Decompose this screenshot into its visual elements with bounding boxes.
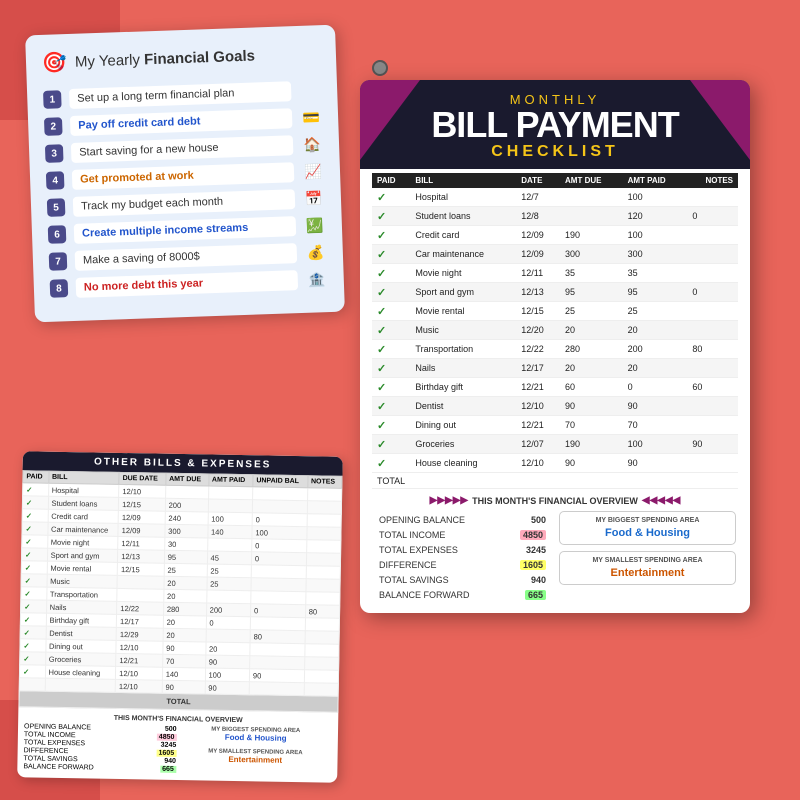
biggest-spending-label: MY BIGGEST SPENDING AREA xyxy=(565,517,730,524)
table-row: ✓Sport and gym12/1395950 xyxy=(372,283,738,302)
biggest-spending-val: Food & Housing xyxy=(565,527,730,539)
goal-icon-6: 💹 xyxy=(304,217,327,235)
table-row: ✓Music12/202020 xyxy=(372,321,738,340)
goal-item-2: 2 Pay off credit card debt 💳 xyxy=(44,107,323,137)
table-row: ✓Movie rental12/152525 xyxy=(372,302,738,321)
goal-item-5: 5 Track my budget each month 📅 xyxy=(47,188,326,218)
table-row: ✓Groceries12/0719010090 xyxy=(372,435,738,454)
goal-icon-4: 📈 xyxy=(302,163,325,181)
table-row: ✓Student loans12/81200 xyxy=(372,207,738,226)
goal-item-7: 7 Make a saving of 8000$ 💰 xyxy=(49,242,328,272)
biggest-spending-box: MY BIGGEST SPENDING AREA Food & Housing xyxy=(559,511,736,545)
smallest-spending-val: Entertainment xyxy=(565,567,730,579)
goal-icon-3: 🏠 xyxy=(301,136,324,154)
overview-section-title: ▶▶▶▶▶ THIS MONTH'S FINANCIAL OVERVIEW ◀◀… xyxy=(374,495,736,506)
goal-item-6: 6 Create multiple income streams 💹 xyxy=(48,215,327,245)
target-icon: 🎯 xyxy=(42,50,68,76)
smallest-spending-box: MY SMALLEST SPENDING AREA Entertainment xyxy=(559,551,736,585)
goals-header: 🎯 My Yearly Financial Goals xyxy=(42,41,321,76)
goals-title: My Yearly Financial Goals xyxy=(75,47,256,70)
total-row: TOTAL xyxy=(372,473,738,489)
bill-small-table: PAID BILL DUE DATE AMT DUE AMT PAID UNPA… xyxy=(18,470,342,713)
smallest-spending-label: MY SMALLEST SPENDING AREA xyxy=(565,557,730,564)
table-row: ✓Nails12/172020 xyxy=(372,359,738,378)
header-accent-left xyxy=(360,80,420,160)
goal-icon-7: 💰 xyxy=(305,244,328,262)
bill-main-card: MONTHLY Bill Payment CHECKLIST PAID BILL… xyxy=(360,80,750,613)
goal-item-1: 1 Set up a long term financial plan xyxy=(43,80,322,110)
goal-item-3: 3 Start saving for a new house 🏠 xyxy=(45,134,324,164)
table-row: ✓Dining out12/217070 xyxy=(372,416,738,435)
checklist-label: CHECKLIST xyxy=(370,143,740,161)
goal-item-4: 4 Get promoted at work 📈 xyxy=(46,161,325,191)
header-accent-right xyxy=(690,80,750,160)
bill-payment-title: Bill Payment xyxy=(370,107,740,143)
table-row: ✓Movie night12/113535 xyxy=(372,264,738,283)
bill-main-table: PAID BILL DATE AMT DUE AMT PAID NOTES ✓H… xyxy=(372,173,738,489)
table-row: ✓Dentist12/109090 xyxy=(372,397,738,416)
table-row: ✓Credit card12/09190100 xyxy=(372,226,738,245)
table-row: ✓Car maintenance12/09300300 xyxy=(372,245,738,264)
goal-icon-8: 🏦 xyxy=(305,271,328,289)
goal-icon-1 xyxy=(299,90,321,91)
table-row: ✓Birthday gift12/2160060 xyxy=(372,378,738,397)
bill-main-content: PAID BILL DATE AMT DUE AMT PAID NOTES ✓H… xyxy=(360,173,750,613)
goal-icon-5: 📅 xyxy=(303,190,326,208)
table-row: ✓Transportation12/2228020080 xyxy=(372,340,738,359)
table-row: ✓Hospital12/7100 xyxy=(372,188,738,207)
bill-small-footer: THIS MONTH'S FINANCIAL OVERVIEW OPENING … xyxy=(17,707,338,783)
bill-small-card: OTHER BILLS & EXPENSES PAID BILL DUE DAT… xyxy=(17,451,343,783)
goals-card: 🎯 My Yearly Financial Goals 1 Set up a l… xyxy=(25,25,345,323)
bill-main-header: MONTHLY Bill Payment CHECKLIST xyxy=(360,80,750,169)
goal-item-8: 8 No more debt this year 🏦 xyxy=(50,269,329,299)
overview-left: OPENING BALANCE500 TOTAL INCOME4850 TOTA… xyxy=(23,723,176,774)
bill-overview-section: ▶▶▶▶▶ THIS MONTH'S FINANCIAL OVERVIEW ◀◀… xyxy=(372,495,738,603)
overview-two-col: OPENING BALANCE 500 TOTAL INCOME 4850 TO… xyxy=(374,511,736,603)
overview-right: MY BIGGEST SPENDING AREA Food & Housing … xyxy=(179,726,332,777)
goal-icon-2: 💳 xyxy=(300,109,323,127)
overview-table: OPENING BALANCE 500 TOTAL INCOME 4850 TO… xyxy=(374,511,551,603)
table-row: ✓House cleaning12/109090 xyxy=(372,454,738,473)
